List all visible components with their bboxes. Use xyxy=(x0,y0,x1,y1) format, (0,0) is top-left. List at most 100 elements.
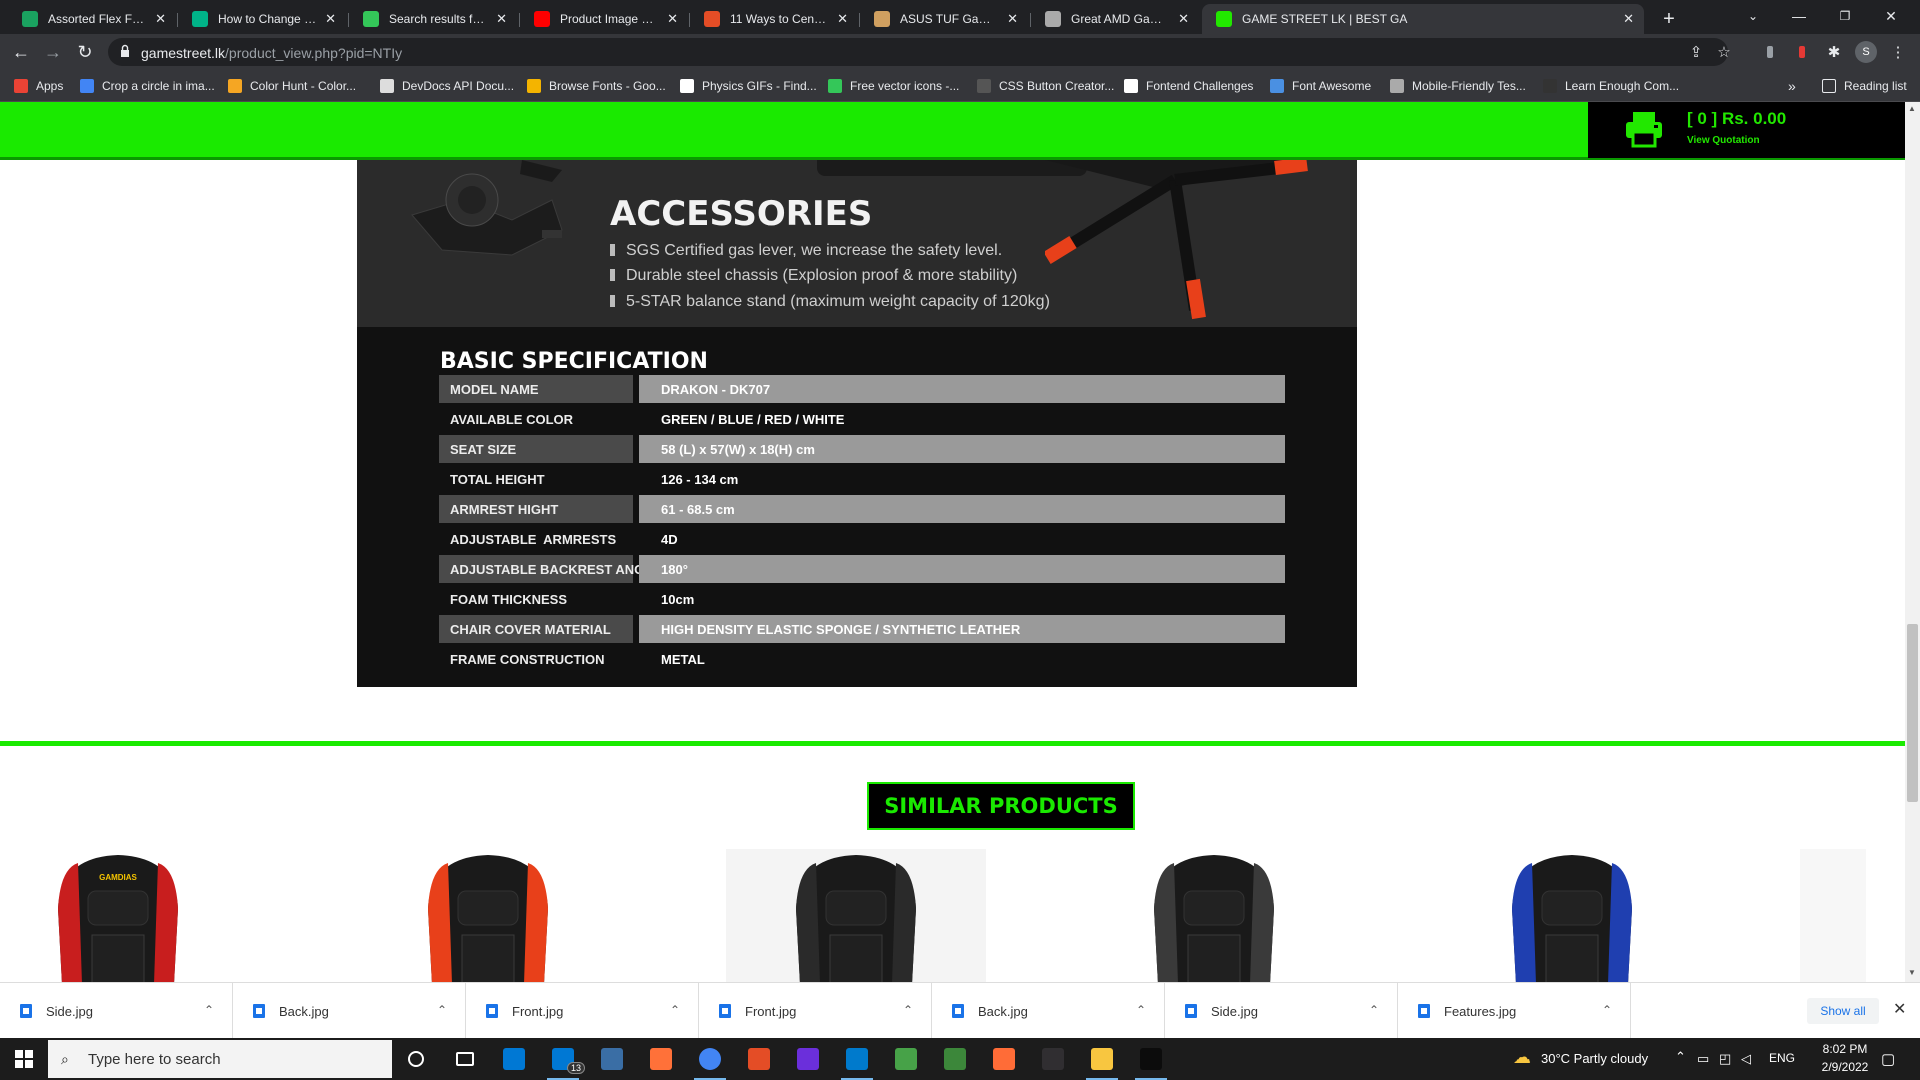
restore-icon[interactable]: ❐ xyxy=(1822,0,1868,32)
mongodb-icon[interactable] xyxy=(882,1038,930,1080)
forward-icon[interactable]: → xyxy=(41,40,65,64)
bookmark-item[interactable]: Font Awesome xyxy=(1270,76,1371,96)
reload-icon[interactable]: ↻ xyxy=(73,40,97,64)
browser-tab[interactable]: ASUS TUF Gaming VG27AQ ✕ xyxy=(860,4,1028,34)
download-item[interactable]: Features.jpg ⌃ xyxy=(1398,983,1631,1039)
minimize-icon[interactable]: — xyxy=(1776,0,1822,32)
download-item[interactable]: Side.jpg ⌃ xyxy=(0,983,233,1039)
browser-tab[interactable]: GAME STREET LK | BEST GA ✕ xyxy=(1202,4,1644,34)
language-indicator[interactable]: ENG xyxy=(1769,1051,1795,1065)
download-item[interactable]: Back.jpg ⌃ xyxy=(932,983,1165,1039)
page-scrollbar[interactable]: ▲ ▼ xyxy=(1905,102,1920,982)
extension-red-icon[interactable] xyxy=(1790,40,1814,64)
mail-icon[interactable]: 13 xyxy=(539,1038,587,1080)
tab-close-icon[interactable]: ✕ xyxy=(1007,11,1018,27)
task-view-icon[interactable] xyxy=(441,1038,489,1080)
bookmarks-overflow-icon[interactable]: » xyxy=(1788,76,1796,96)
bookmark-item[interactable]: Browse Fonts - Goo... xyxy=(527,76,666,96)
download-item[interactable]: Front.jpg ⌃ xyxy=(699,983,932,1039)
similar-product-card[interactable]: GAMDIAS xyxy=(40,849,300,982)
download-options-chevron-icon[interactable]: ⌃ xyxy=(204,1003,214,1017)
close-downloads-icon[interactable]: ✕ xyxy=(1893,999,1906,1019)
postman-icon[interactable] xyxy=(980,1038,1028,1080)
explorer-icon[interactable] xyxy=(1078,1038,1126,1080)
extensions-puzzle-icon[interactable]: ✱ xyxy=(1822,40,1846,64)
share-icon[interactable]: ⇪ xyxy=(1684,40,1708,64)
obs-icon[interactable] xyxy=(1029,1038,1077,1080)
browser-tab[interactable]: Assorted Flex Fabric Banda ✕ xyxy=(8,4,176,34)
bookmark-item[interactable]: CSS Button Creator... xyxy=(977,76,1114,96)
scrollbar-thumb[interactable] xyxy=(1907,624,1918,802)
download-item[interactable]: Side.jpg ⌃ xyxy=(1165,983,1398,1039)
download-options-chevron-icon[interactable]: ⌃ xyxy=(1602,1003,1612,1017)
firefox-icon[interactable] xyxy=(637,1038,685,1080)
bookmark-item[interactable]: Learn Enough Com... xyxy=(1543,76,1679,96)
store-icon[interactable] xyxy=(490,1038,538,1080)
tab-close-icon[interactable]: ✕ xyxy=(325,11,336,27)
cortana-icon[interactable] xyxy=(392,1038,440,1080)
bookmark-item[interactable]: Apps xyxy=(14,76,63,96)
bookmark-item[interactable]: Color Hunt - Color... xyxy=(228,76,356,96)
similar-product-card[interactable] xyxy=(726,849,986,982)
browser-tab[interactable]: 11 Ways to Center Div or T ✕ xyxy=(690,4,858,34)
close-window-icon[interactable]: ✕ xyxy=(1868,0,1914,32)
clock-date[interactable]: 2/9/2022 xyxy=(1818,1060,1872,1074)
volume-icon[interactable]: ◁ xyxy=(1741,1051,1751,1067)
browser-tab[interactable]: How to Change Image on ✕ xyxy=(178,4,346,34)
download-options-chevron-icon[interactable]: ⌃ xyxy=(1136,1003,1146,1017)
download-options-chevron-icon[interactable]: ⌃ xyxy=(437,1003,447,1017)
bookmark-item[interactable]: Fontend Challenges xyxy=(1124,76,1253,96)
new-tab-button[interactable]: + xyxy=(1652,4,1686,34)
node-icon[interactable] xyxy=(931,1038,979,1080)
browser-tab[interactable]: Search results for Left arro ✕ xyxy=(349,4,517,34)
network-icon[interactable]: ◰ xyxy=(1719,1051,1731,1067)
bookmark-item[interactable]: Mobile-Friendly Tes... xyxy=(1390,76,1526,96)
vscode-icon[interactable] xyxy=(833,1038,881,1080)
weather-icon[interactable]: ☁ xyxy=(1513,1047,1531,1068)
notifications-icon[interactable]: ▢ xyxy=(1881,1050,1895,1068)
bookmark-item[interactable]: Free vector icons -... xyxy=(828,76,959,96)
download-options-chevron-icon[interactable]: ⌃ xyxy=(903,1003,913,1017)
tab-close-icon[interactable]: ✕ xyxy=(667,11,678,27)
view-quotation-link[interactable]: View Quotation xyxy=(1687,135,1760,146)
weather-text[interactable]: 30°C Partly cloudy xyxy=(1541,1051,1648,1066)
terminal-icon[interactable] xyxy=(1127,1038,1175,1080)
browser-tab[interactable]: Great AMD Gaming Build ✕ xyxy=(1031,4,1199,34)
similar-product-card[interactable] xyxy=(404,849,664,982)
app-icon[interactable] xyxy=(588,1038,636,1080)
clock-time[interactable]: 8:02 PM xyxy=(1821,1042,1869,1056)
download-item[interactable]: Front.jpg ⌃ xyxy=(466,983,699,1039)
photos-icon[interactable] xyxy=(735,1038,783,1080)
back-icon[interactable]: ← xyxy=(9,40,33,64)
reading-list-button[interactable]: Reading list xyxy=(1822,76,1907,96)
bookmark-item[interactable]: Physics GIFs - Find... xyxy=(680,76,817,96)
quotation-widget[interactable]: [ 0 ] Rs. 0.00 View Quotation xyxy=(1588,102,1905,158)
start-button[interactable] xyxy=(0,1038,48,1080)
taskbar-search-input[interactable]: ⌕ Type here to search xyxy=(48,1040,392,1078)
tab-search-icon[interactable]: ⌄ xyxy=(1730,0,1776,32)
tab-close-icon[interactable]: ✕ xyxy=(1178,11,1189,27)
bookmark-star-icon[interactable]: ☆ xyxy=(1712,40,1736,64)
tray-chevron-icon[interactable]: ⌃ xyxy=(1675,1049,1686,1065)
show-all-downloads-button[interactable]: Show all xyxy=(1807,998,1879,1024)
download-options-chevron-icon[interactable]: ⌃ xyxy=(1369,1003,1379,1017)
tab-close-icon[interactable]: ✕ xyxy=(1623,11,1634,27)
tab-close-icon[interactable]: ✕ xyxy=(837,11,848,27)
chrome-icon[interactable] xyxy=(686,1038,734,1080)
address-bar[interactable]: gamestreet.lk/product_view.php?pid=NTIy … xyxy=(108,38,1731,66)
tab-close-icon[interactable]: ✕ xyxy=(496,11,507,27)
download-options-chevron-icon[interactable]: ⌃ xyxy=(670,1003,680,1017)
bookmark-item[interactable]: DevDocs API Docu... xyxy=(380,76,514,96)
similar-product-card-partial[interactable] xyxy=(1800,849,1866,982)
similar-product-card[interactable] xyxy=(1480,849,1740,982)
bookmark-item[interactable]: Crop a circle in ima... xyxy=(80,76,215,96)
menu-kebab-icon[interactable]: ⋮ xyxy=(1886,40,1910,64)
extension-icon[interactable] xyxy=(1758,40,1782,64)
tab-close-icon[interactable]: ✕ xyxy=(155,11,166,27)
battery-icon[interactable]: ▭ xyxy=(1697,1051,1709,1067)
profile-avatar[interactable]: S xyxy=(1854,40,1878,64)
download-item[interactable]: Back.jpg ⌃ xyxy=(233,983,466,1039)
jetbrains-icon[interactable] xyxy=(784,1038,832,1080)
browser-tab[interactable]: Product Image Slider | HTM ✕ xyxy=(520,4,688,34)
similar-product-card[interactable] xyxy=(1110,849,1370,982)
